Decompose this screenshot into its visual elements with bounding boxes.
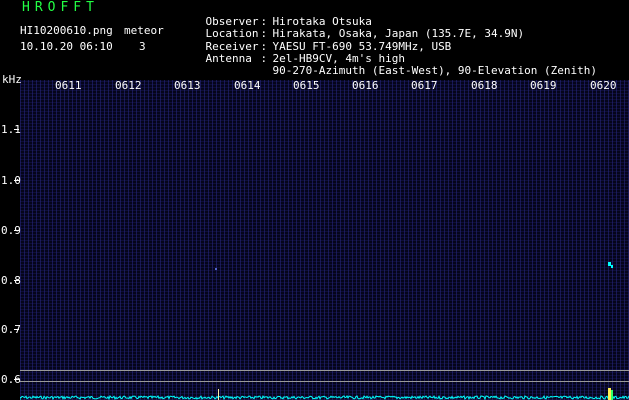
x-tick-label: 0611 bbox=[55, 79, 82, 92]
x-tick-label: 0614 bbox=[234, 79, 261, 92]
y-tick-mark bbox=[14, 329, 19, 330]
y-tick-mark bbox=[14, 180, 19, 181]
meteor-echo-mark bbox=[611, 265, 613, 268]
meteor-spike bbox=[218, 389, 219, 400]
meteor-count-value: 3 bbox=[139, 40, 146, 53]
app-title: HROFFT bbox=[22, 0, 99, 15]
y-axis-unit: kHz bbox=[2, 73, 22, 86]
x-tick-label: 0612 bbox=[115, 79, 142, 92]
x-tick-label: 0618 bbox=[471, 79, 498, 92]
x-tick-label: 0620 bbox=[590, 79, 617, 92]
band-limit-line-upper bbox=[20, 370, 629, 371]
spectrogram-plot bbox=[20, 80, 629, 400]
meteor-echo-mark bbox=[215, 268, 217, 270]
signal-level-trace bbox=[20, 388, 629, 400]
meteor-spike bbox=[611, 390, 613, 400]
y-tick-mark bbox=[14, 129, 19, 130]
x-tick-label: 0616 bbox=[352, 79, 379, 92]
y-tick-mark bbox=[14, 379, 19, 380]
x-tick-label: 0617 bbox=[411, 79, 438, 92]
hrofft-window: HROFFT HI10200610.png 10.10.20 06:10 met… bbox=[0, 0, 629, 400]
image-filename: HI10200610.png bbox=[20, 24, 113, 37]
x-tick-label: 0613 bbox=[174, 79, 201, 92]
x-tick-label: 0619 bbox=[530, 79, 557, 92]
meteor-spike bbox=[608, 388, 611, 400]
band-limit-line-lower bbox=[20, 381, 629, 382]
noise-trace-line bbox=[20, 395, 629, 400]
info-value: 90-270-Azimuth (East-West), 90-Elevation… bbox=[272, 64, 598, 77]
x-tick-label: 0615 bbox=[293, 79, 320, 92]
y-tick-mark bbox=[14, 280, 19, 281]
observation-datetime: 10.10.20 06:10 bbox=[20, 40, 113, 53]
meteor-count-label: meteor bbox=[124, 24, 164, 37]
y-tick-mark bbox=[14, 230, 19, 231]
